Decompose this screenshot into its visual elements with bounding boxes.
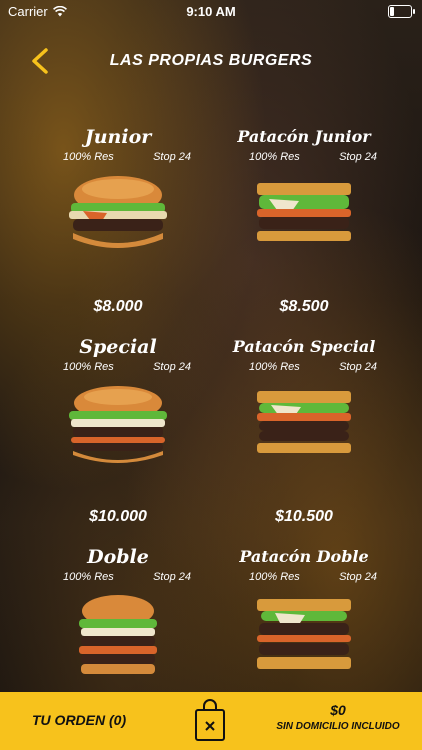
burger-image (69, 176, 167, 248)
product-name: Doble (87, 546, 149, 568)
product-meta: 100% Res Stop 24 (23, 571, 213, 587)
product-name: Patacón Special (232, 337, 376, 356)
product-stop: Stop 24 (153, 571, 191, 583)
total-amount: $0 (330, 702, 346, 718)
product-card-patacon-doble[interactable]: Patacón Doble 100% Res Stop 24 (209, 545, 399, 682)
product-meat: 100% Res (249, 571, 300, 583)
burger-image (257, 391, 351, 453)
product-stop: Stop 24 (153, 151, 191, 163)
product-name: Patacón Doble (239, 547, 369, 566)
product-meat: 100% Res (63, 151, 114, 163)
product-price: $8.500 (279, 298, 329, 315)
product-price: $10.000 (89, 508, 147, 525)
nav-bar: LAS PROPIAS BURGERS (0, 44, 422, 80)
product-name: Patacón Junior (237, 127, 371, 146)
battery-icon (388, 5, 415, 18)
order-total: $0 SIN DOMICILIO INCLUIDO (268, 702, 408, 732)
product-stop: Stop 24 (339, 151, 377, 163)
order-footer: TU ORDEN (0) $0 SIN DOMICILIO INCLUIDO (0, 692, 422, 750)
product-meta: 100% Res Stop 24 (209, 151, 399, 167)
product-meat: 100% Res (249, 151, 300, 163)
product-meat: 100% Res (63, 571, 114, 583)
product-card-doble[interactable]: Doble 100% Res Stop 24 (23, 545, 213, 682)
shopping-bag-icon[interactable] (193, 698, 227, 742)
product-card-patacon-junior[interactable]: Patacón Junior 100% Res Stop 24 $8.500 (209, 125, 399, 316)
product-name: Junior (84, 126, 152, 148)
burger-image (79, 595, 157, 674)
product-card-junior[interactable]: Junior 100% Res Stop 24 $8.000 (23, 125, 213, 316)
product-meat: 100% Res (249, 361, 300, 373)
product-price: $8.000 (93, 298, 143, 315)
page-title: LAS PROPIAS BURGERS (109, 52, 313, 69)
delivery-note: SIN DOMICILIO INCLUIDO (276, 721, 400, 732)
product-meat: 100% Res (63, 361, 114, 373)
order-summary-button[interactable]: TU ORDEN (0) (32, 712, 126, 728)
product-meta: 100% Res Stop 24 (23, 151, 213, 167)
product-meta: 100% Res Stop 24 (23, 361, 213, 377)
product-meta: 100% Res Stop 24 (209, 361, 399, 377)
clock: 9:10 AM (186, 4, 236, 19)
product-stop: Stop 24 (153, 361, 191, 373)
product-card-patacon-special[interactable]: Patacón Special 100% Res Stop 24 $10.500 (209, 335, 399, 526)
burger-image (69, 386, 167, 463)
product-card-special[interactable]: Special 100% Res Stop 24 $10.000 (23, 335, 213, 526)
status-bar: Carrier 9:10 AM (0, 0, 422, 22)
burger-image (257, 183, 351, 241)
product-stop: Stop 24 (339, 361, 377, 373)
product-price: $10.500 (275, 508, 333, 525)
burger-image (257, 599, 351, 669)
product-meta: 100% Res Stop 24 (209, 571, 399, 587)
product-name: Special (79, 336, 157, 358)
product-stop: Stop 24 (339, 571, 377, 583)
